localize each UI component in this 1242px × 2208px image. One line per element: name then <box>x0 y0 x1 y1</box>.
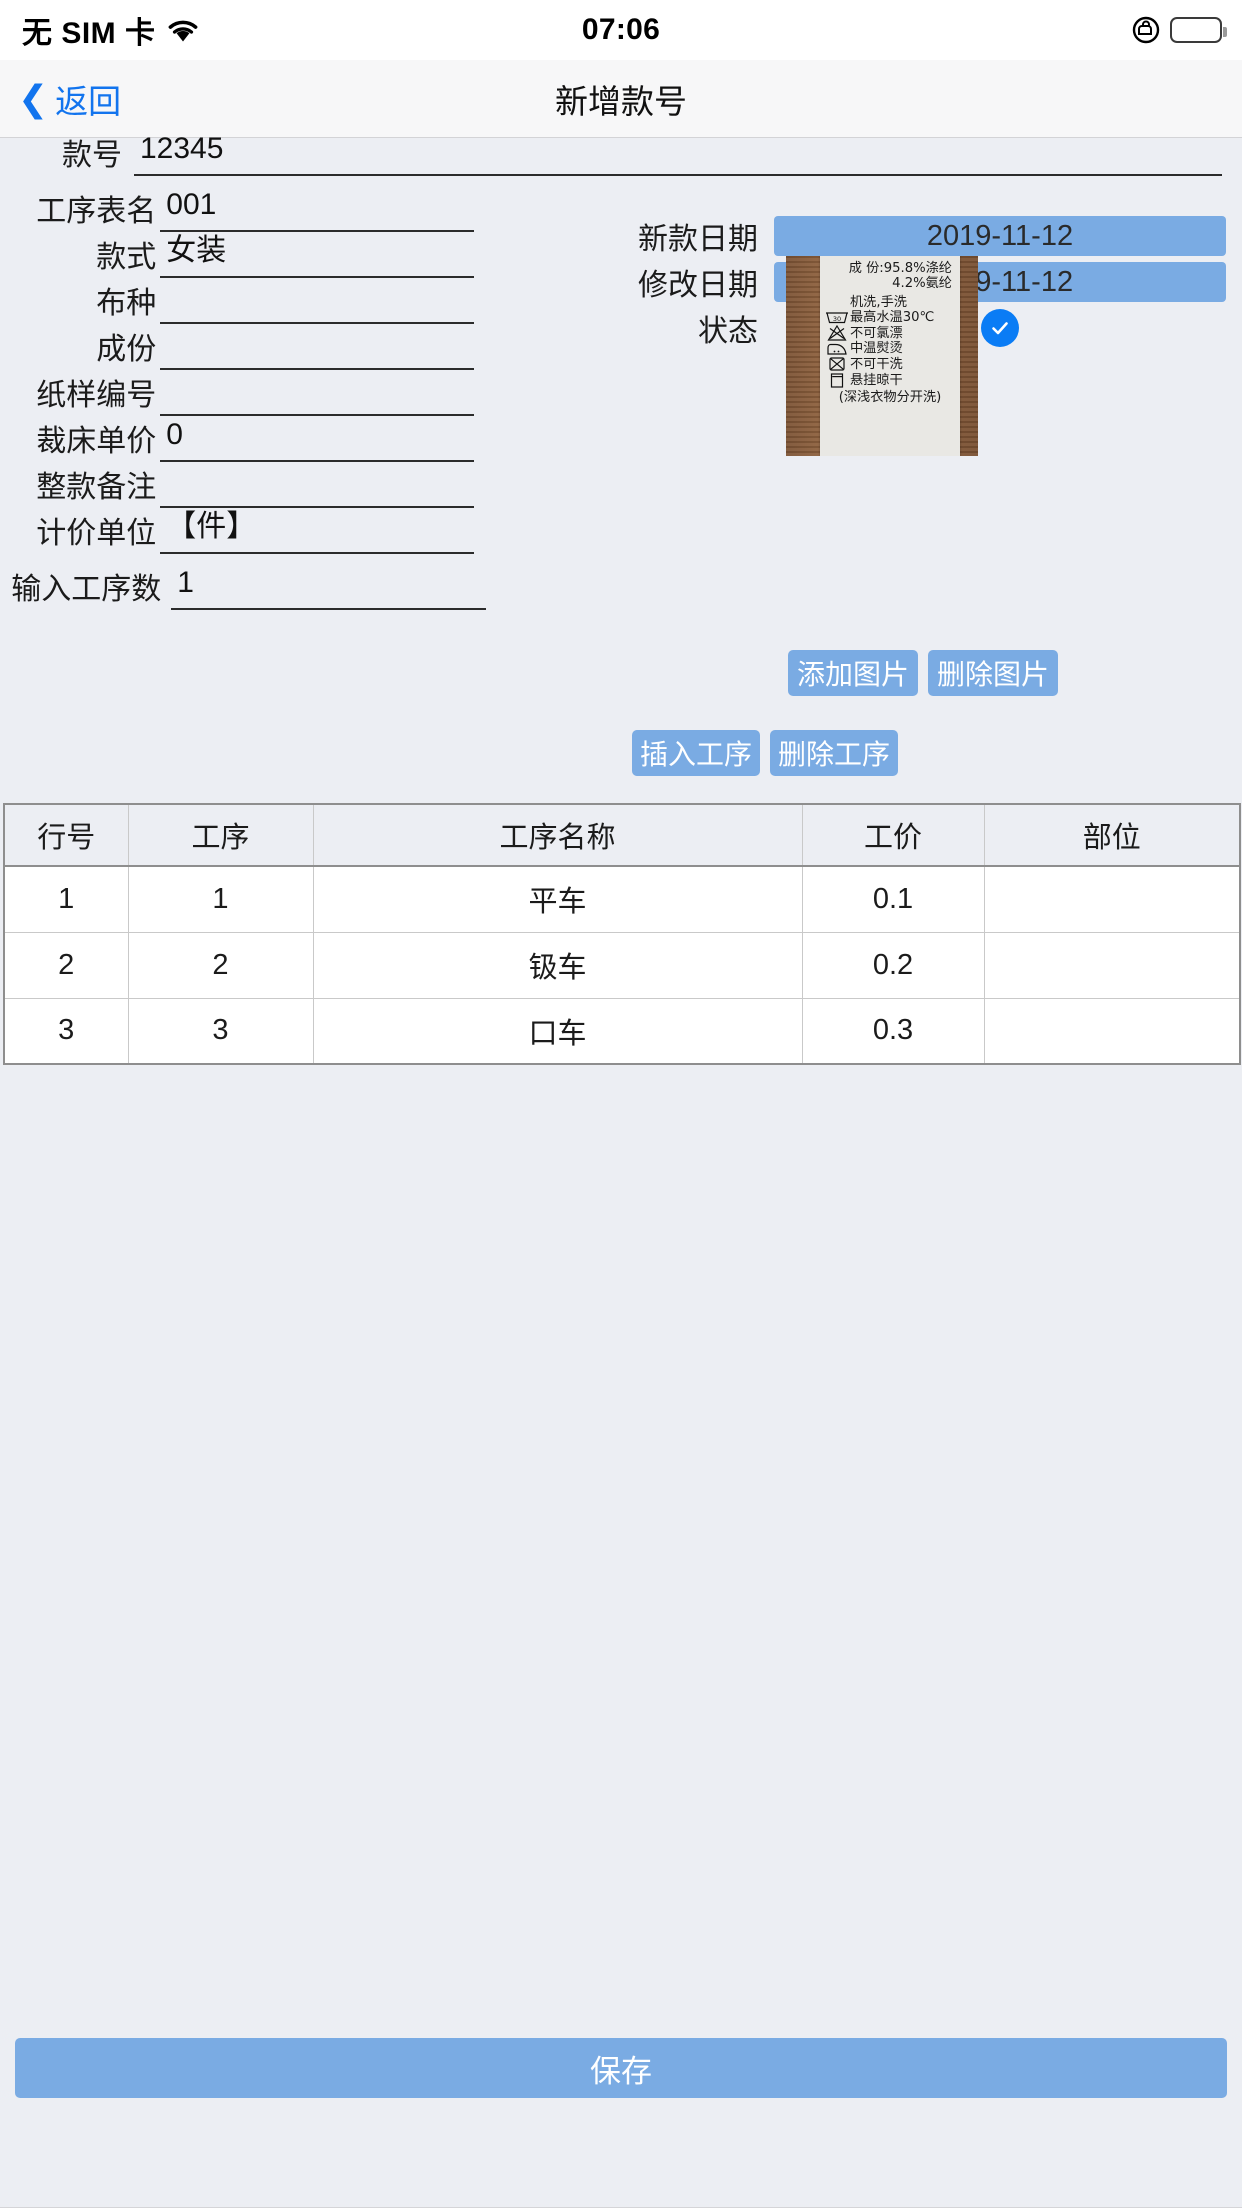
wash-tub-icon: 30 <box>824 310 850 325</box>
photo-line-2: 机洗,手洗 <box>850 294 907 310</box>
field-composition: 成份 <box>14 322 474 370</box>
process-table: 行号 工序 工序名称 工价 部位 1 1 平车 0.1 2 2 钑车 0.2 3… <box>3 803 1241 1065</box>
field-label: 款式 <box>96 241 157 274</box>
field-label: 工序表名 <box>36 195 157 228</box>
status-checkbox[interactable] <box>981 309 1019 347</box>
field-label: 款号 <box>62 139 122 172</box>
composition-input[interactable] <box>160 322 474 370</box>
cell-part[interactable] <box>983 865 1241 933</box>
process-count-input[interactable]: 1 <box>171 562 486 610</box>
photo-line-7: 悬挂晾干 <box>850 373 903 389</box>
field-label: 整款备注 <box>36 471 157 504</box>
process-table-body: 1 1 平车 0.1 2 2 钑车 0.2 3 3 口车 0.3 <box>3 865 1241 1065</box>
cell-row-no[interactable]: 2 <box>3 931 129 999</box>
remove-photo-button[interactable]: 删除图片 <box>928 650 1058 696</box>
line-dry-icon <box>824 372 850 389</box>
field-label: 纸样编号 <box>36 379 157 412</box>
field-process-count: 输入工序数 1 <box>6 562 486 610</box>
field-fabric-type: 布种 <box>14 276 474 324</box>
table-row[interactable]: 2 2 钑车 0.2 <box>3 931 1241 999</box>
photo-line-5: 中温熨烫 <box>850 341 903 357</box>
cell-row-no[interactable]: 1 <box>3 865 129 933</box>
field-label: 输入工序数 <box>11 573 162 606</box>
cell-name[interactable]: 口车 <box>312 997 803 1065</box>
field-pricing-unit: 计价单位 【件】 <box>14 506 474 554</box>
svg-text:30: 30 <box>833 315 841 323</box>
status-bar-clock: 07:06 <box>581 13 661 46</box>
rotation-lock-icon <box>1131 15 1161 45</box>
field-new-date: 新款日期 2019-11-12 <box>618 213 1230 259</box>
status-bar-right <box>1131 0 1227 60</box>
col-header-row-no: 行号 <box>3 803 129 867</box>
field-label: 成份 <box>96 333 157 366</box>
photo-line-3: 最高水温30℃ <box>850 309 935 325</box>
field-process-table-name: 工序表名 001 <box>14 184 474 232</box>
cell-part[interactable] <box>983 931 1241 999</box>
care-label-photo[interactable]: 成 份:95.8%涤纶 4.2%氨纶 机洗,手洗 30 最高水温30℃ 不可氯漂… <box>786 256 978 456</box>
col-header-process: 工序 <box>127 803 314 867</box>
cell-part[interactable] <box>983 997 1241 1065</box>
field-cutting-price: 裁床单价 0 <box>14 414 474 462</box>
cell-process[interactable]: 3 <box>127 997 314 1065</box>
field-label: 计价单位 <box>36 517 157 550</box>
table-row[interactable]: 3 3 口车 0.3 <box>3 997 1241 1065</box>
table-row[interactable]: 1 1 平车 0.1 <box>3 865 1241 933</box>
style-no-input[interactable]: 12345 <box>134 128 1222 176</box>
field-label: 裁床单价 <box>36 425 157 458</box>
style-type-input[interactable]: 女装 <box>160 230 474 278</box>
fabric-type-input[interactable] <box>160 276 474 324</box>
photo-line-6: 不可干洗 <box>850 356 903 372</box>
table-header-row: 行号 工序 工序名称 工价 部位 <box>3 803 1241 867</box>
nav-bar: ❮ 返回 新增款号 <box>0 60 1242 138</box>
page-title: 新增款号 <box>555 83 687 120</box>
cell-name[interactable]: 平车 <box>312 865 803 933</box>
battery-full-icon <box>1170 17 1227 43</box>
insert-process-button[interactable]: 插入工序 <box>632 730 760 776</box>
cell-price[interactable]: 0.2 <box>801 931 985 999</box>
photo-line-0: 成 份:95.8%涤纶 <box>848 261 952 276</box>
field-label: 布种 <box>96 287 157 320</box>
col-header-part: 部位 <box>983 803 1241 867</box>
pattern-no-input[interactable] <box>160 368 474 416</box>
process-table-head: 行号 工序 工序名称 工价 部位 <box>3 803 1241 867</box>
no-dry-clean-icon <box>824 356 850 372</box>
iron-icon <box>824 342 850 356</box>
status-label: 状态 <box>698 315 758 348</box>
cutting-price-input[interactable]: 0 <box>160 414 474 462</box>
status-bar: 无 SIM 卡 07:06 <box>0 0 1242 60</box>
cell-process[interactable]: 2 <box>127 931 314 999</box>
style-remark-input[interactable] <box>160 460 474 508</box>
new-date-label: 新款日期 <box>638 223 758 256</box>
no-bleach-icon <box>824 325 850 341</box>
new-date-button[interactable]: 2019-11-12 <box>774 216 1226 256</box>
field-style-type: 款式 女装 <box>14 230 474 278</box>
app-root: 无 SIM 卡 07:06 ❮ 返回 新增款号 款号 12345 工序表名 00… <box>0 0 1242 2208</box>
cell-price[interactable]: 0.1 <box>801 865 985 933</box>
field-pattern-no: 纸样编号 <box>14 368 474 416</box>
photo-label-content: 成 份:95.8%涤纶 4.2%氨纶 机洗,手洗 30 最高水温30℃ 不可氯漂… <box>820 256 960 456</box>
save-button[interactable]: 保存 <box>15 2038 1227 2098</box>
pricing-unit-input[interactable]: 【件】 <box>160 506 474 554</box>
check-circle-icon <box>989 317 1011 339</box>
process-table-name-input[interactable]: 001 <box>160 184 474 232</box>
cell-price[interactable]: 0.3 <box>801 997 985 1065</box>
photo-line-4: 不可氯漂 <box>850 325 903 341</box>
col-header-name: 工序名称 <box>312 803 803 867</box>
col-header-price: 工价 <box>801 803 985 867</box>
field-style-no: 款号 12345 <box>22 128 1222 176</box>
field-style-remark: 整款备注 <box>14 460 474 508</box>
remove-process-button[interactable]: 删除工序 <box>770 730 898 776</box>
cell-row-no[interactable]: 3 <box>3 997 129 1065</box>
modify-date-label: 修改日期 <box>638 269 758 302</box>
cell-process[interactable]: 1 <box>127 865 314 933</box>
add-photo-button[interactable]: 添加图片 <box>788 650 918 696</box>
cell-name[interactable]: 钑车 <box>312 931 803 999</box>
photo-line-8: (深浅衣物分开洗) <box>838 390 942 406</box>
photo-line-1: 4.2%氨纶 <box>892 276 952 292</box>
